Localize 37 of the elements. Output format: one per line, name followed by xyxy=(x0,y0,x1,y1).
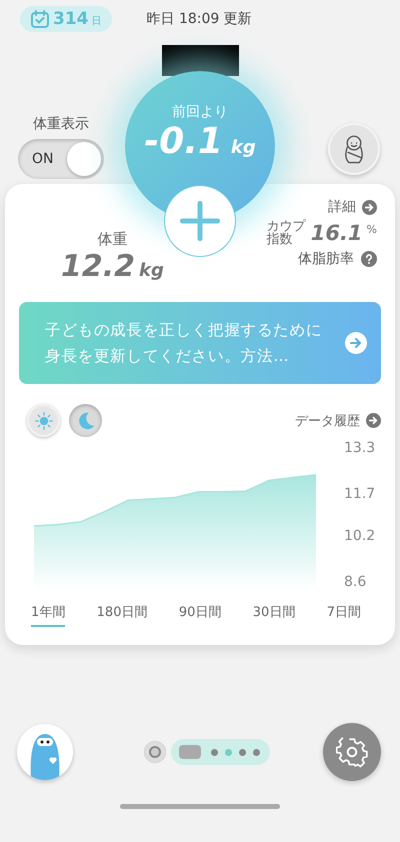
percent-unit: % xyxy=(366,223,377,236)
sun-icon xyxy=(34,410,54,430)
sun-button[interactable] xyxy=(27,404,60,437)
weight-unit: kg xyxy=(139,260,164,281)
update-time: 昨日 18:09 更新 xyxy=(146,10,252,28)
weight-display-toggle[interactable]: ON xyxy=(18,139,104,179)
avatar-button[interactable] xyxy=(17,724,73,780)
change-unit: kg xyxy=(230,137,256,158)
period-tab[interactable]: 90日間 xyxy=(178,603,222,627)
data-history-link[interactable]: データ履歴 xyxy=(295,412,381,430)
y-axis-tick: 8.6 xyxy=(344,574,366,590)
page-indicator[interactable] xyxy=(171,739,270,765)
moon-button[interactable] xyxy=(69,404,102,437)
plus-icon xyxy=(178,199,222,243)
toggle-label: 体重表示 xyxy=(33,115,89,133)
ring-icon[interactable] xyxy=(144,741,166,763)
weight-value: 12.2 xyxy=(61,249,136,284)
help-icon[interactable] xyxy=(361,251,377,267)
settings-icon xyxy=(336,736,368,768)
kaup-index-label: カウプ指数 xyxy=(266,220,307,246)
settings-button[interactable] xyxy=(323,723,381,781)
body-fat-label: 体脂肪率 xyxy=(298,250,354,268)
period-tab[interactable]: 30日間 xyxy=(252,603,296,627)
calendar-check-icon xyxy=(30,9,50,29)
change-value: -0.1 xyxy=(144,121,223,162)
device-icon xyxy=(179,745,201,759)
weight-label: 体重 xyxy=(97,230,128,249)
change-label: 前回より xyxy=(172,103,228,121)
y-axis-tick: 11.7 xyxy=(344,486,376,502)
details-link[interactable]: 詳細 xyxy=(328,198,377,216)
baby-button[interactable] xyxy=(328,123,380,175)
y-axis-tick: 13.3 xyxy=(344,440,376,456)
y-axis-tick: 10.2 xyxy=(344,528,376,544)
period-tab[interactable]: 180日間 xyxy=(96,603,148,627)
period-tab[interactable]: 1年間 xyxy=(31,603,66,627)
period-tab[interactable]: 7日間 xyxy=(326,603,361,627)
kaup-index-value: 16.1 xyxy=(310,221,363,245)
